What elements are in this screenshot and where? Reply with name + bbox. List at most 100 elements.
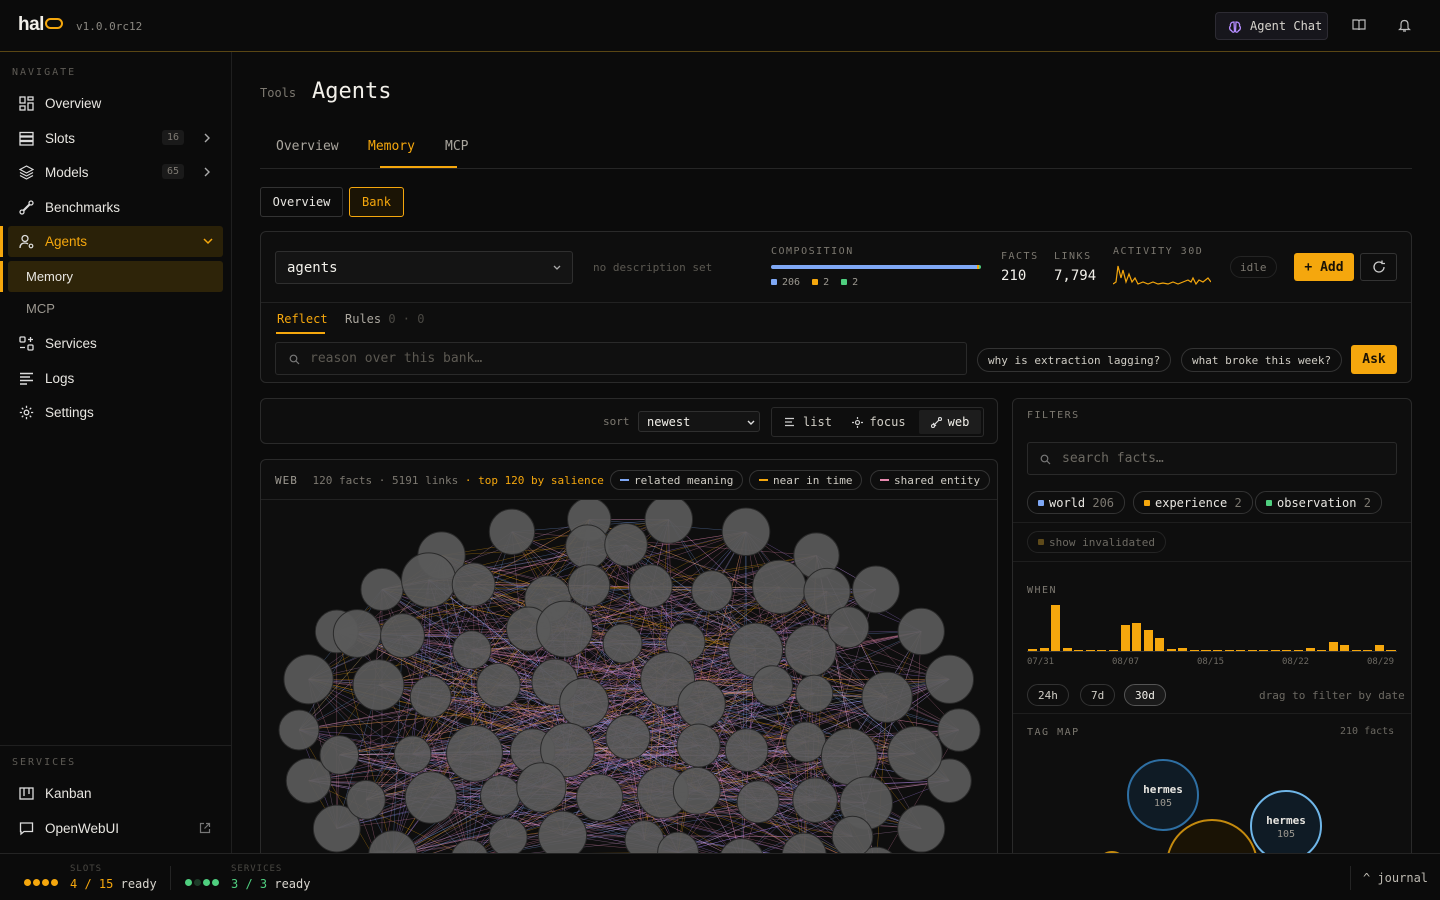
sidebar-item-services[interactable]: Services [8, 328, 223, 359]
fact-node[interactable] [451, 562, 496, 607]
fact-node[interactable] [721, 507, 771, 557]
fact-node[interactable] [736, 780, 780, 824]
suggestion-chip[interactable]: what broke this week? [1181, 348, 1343, 372]
legend-shared-entity[interactable]: shared entity [870, 470, 991, 490]
fact-node[interactable] [861, 671, 913, 723]
sidebar-subitem-mcp[interactable]: MCP [8, 293, 223, 323]
add-button[interactable]: + Add [1294, 253, 1354, 281]
fact-node[interactable] [360, 567, 404, 611]
fact-node[interactable] [409, 675, 452, 718]
fact-node[interactable] [516, 762, 567, 813]
fact-node[interactable] [319, 735, 360, 775]
filter-world[interactable]: world 206 [1027, 491, 1126, 514]
sidebar-item-models[interactable]: Models 65 [8, 157, 223, 188]
show-invalidated-toggle[interactable]: show invalidated [1027, 531, 1166, 553]
range-7d[interactable]: 7d [1080, 684, 1116, 706]
fact-node[interactable] [676, 723, 721, 768]
book-icon[interactable] [1352, 18, 1366, 32]
ask-button[interactable]: Ask [1351, 345, 1397, 374]
tag-bubble[interactable]: hermes 105 [1250, 790, 1322, 853]
fact-node[interactable] [404, 771, 458, 824]
fact-node[interactable] [724, 728, 769, 772]
fact-node[interactable] [576, 774, 624, 822]
fact-node[interactable] [887, 725, 943, 782]
view-web-button[interactable]: web [919, 410, 981, 434]
subtab-bank[interactable]: Bank [349, 187, 404, 217]
fact-node[interactable] [644, 500, 694, 544]
fact-node[interactable] [352, 659, 405, 711]
fact-node[interactable] [393, 735, 432, 774]
view-focus-button[interactable]: focus [844, 410, 914, 434]
sidebar-item-slots[interactable]: Slots 16 [8, 123, 223, 154]
sidebar-item-overview[interactable]: Overview [8, 88, 223, 119]
fact-node[interactable] [752, 559, 807, 615]
fact-node[interactable] [480, 775, 521, 816]
fact-node[interactable] [785, 721, 827, 763]
sidebar-item-logs[interactable]: Logs [8, 363, 223, 394]
external-link-icon[interactable] [199, 822, 211, 834]
sidebar-item-kanban[interactable]: Kanban [8, 778, 223, 809]
chevron-right-icon[interactable] [202, 132, 212, 144]
fact-node[interactable] [751, 665, 794, 707]
tab-mcp[interactable]: MCP [445, 139, 468, 154]
fact-node[interactable] [567, 564, 611, 607]
tag-bubble[interactable]: hermes 105 [1127, 759, 1199, 831]
fact-node[interactable] [827, 606, 870, 649]
fact-node[interactable] [401, 552, 457, 608]
fact-node[interactable] [488, 508, 536, 555]
breadcrumb[interactable]: Tools [260, 86, 296, 100]
fact-node[interactable] [605, 714, 651, 760]
sidebar-item-benchmarks[interactable]: Benchmarks [8, 192, 223, 223]
fact-node[interactable] [380, 613, 425, 659]
fact-node[interactable] [924, 654, 974, 704]
filter-observation[interactable]: observation 2 [1255, 491, 1382, 514]
fact-node[interactable] [795, 674, 834, 713]
fact-node[interactable] [657, 831, 699, 853]
chevron-down-icon[interactable] [202, 235, 214, 247]
legend-related-meaning[interactable]: related meaning [610, 470, 744, 490]
sidebar-subitem-memory[interactable]: Memory [8, 261, 223, 292]
fact-node[interactable] [536, 600, 594, 658]
sort-select[interactable]: newest [638, 411, 760, 432]
fact-node[interactable] [346, 779, 386, 820]
services-status[interactable]: 3 / 3 ready [231, 877, 310, 891]
fact-node[interactable] [488, 817, 528, 853]
when-histogram[interactable] [1027, 604, 1397, 652]
fact-node[interactable] [831, 815, 874, 853]
fact-node[interactable] [476, 662, 521, 708]
fact-node[interactable] [691, 570, 733, 612]
suggestion-chip[interactable]: why is extraction lagging? [977, 348, 1172, 372]
slots-status[interactable]: 4 / 15 ready [70, 877, 157, 891]
fact-search-input[interactable]: search facts… [1027, 442, 1397, 475]
fact-node[interactable] [897, 804, 946, 853]
reflect-input[interactable]: reason over this bank… [275, 342, 967, 375]
fact-node[interactable] [852, 565, 900, 614]
fact-node[interactable] [332, 609, 382, 658]
chevron-right-icon[interactable] [202, 166, 212, 178]
bell-icon[interactable] [1398, 19, 1411, 33]
journal-toggle[interactable]: ^ journal [1363, 871, 1428, 885]
sidebar-item-openwebui[interactable]: OpenWebUI [8, 813, 223, 844]
tab-overview[interactable]: Overview [276, 139, 339, 154]
bank-select[interactable]: agents [275, 251, 573, 284]
app-logo[interactable]: hal [18, 14, 63, 36]
sidebar-item-agents[interactable]: Agents [8, 226, 223, 257]
fact-node[interactable] [820, 728, 878, 786]
tab-rules[interactable]: Rules 0 · 0 [345, 312, 424, 326]
fact-node[interactable] [672, 766, 721, 815]
range-24h[interactable]: 24h [1027, 684, 1069, 706]
fact-node[interactable] [559, 677, 609, 728]
fact-node[interactable] [451, 839, 488, 853]
tab-reflect[interactable]: Reflect [277, 312, 328, 326]
fact-node[interactable] [792, 777, 838, 823]
tag-bubble[interactable] [1097, 851, 1127, 853]
tab-memory[interactable]: Memory [368, 139, 415, 154]
fact-node[interactable] [937, 708, 981, 752]
sidebar-item-settings[interactable]: Settings [8, 397, 223, 428]
fact-node[interactable] [565, 524, 610, 569]
fact-web-graph[interactable] [261, 500, 997, 853]
view-list-button[interactable]: list [774, 410, 842, 434]
subtab-overview[interactable]: Overview [260, 187, 343, 217]
fact-node[interactable] [897, 607, 945, 656]
filter-experience[interactable]: experience 2 [1133, 491, 1253, 514]
